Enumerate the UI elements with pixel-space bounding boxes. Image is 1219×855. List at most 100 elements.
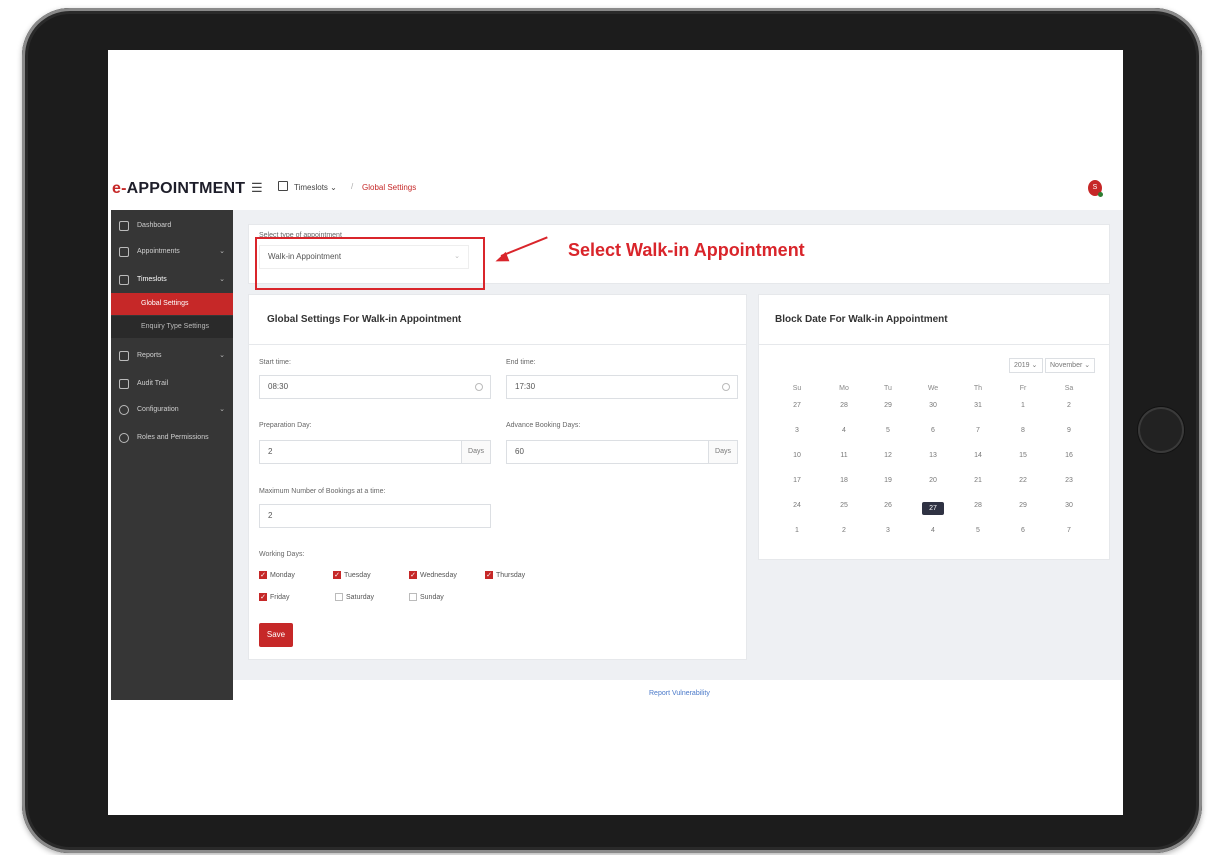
top-bar: e-APPOINTMENT ☰ Timeslots ⌄ / Global Set…	[108, 175, 1123, 205]
calendar-day[interactable]: 16	[1058, 452, 1080, 459]
checkbox-wednesday[interactable]: ✓ Wednesday	[409, 571, 457, 580]
day-label: Sunday	[420, 594, 444, 601]
breadcrumb-timeslots[interactable]: Timeslots ⌄	[294, 183, 337, 192]
calendar-day[interactable]: 29	[1012, 502, 1034, 509]
month-select[interactable]: November ⌄	[1045, 358, 1095, 373]
calendar-day[interactable]: 4	[922, 527, 944, 534]
checkbox-tuesday[interactable]: ✓ Tuesday	[333, 571, 371, 580]
checkbox-thursday[interactable]: ✓ Thursday	[485, 571, 525, 580]
start-time-input[interactable]: 08:30	[259, 375, 491, 399]
calendar-day[interactable]: 2	[1058, 402, 1080, 409]
calendar-day[interactable]: 2	[833, 527, 855, 534]
checkbox-checked-icon: ✓	[259, 593, 267, 601]
checkbox-checked-icon: ✓	[259, 571, 267, 579]
calendar-day[interactable]: 25	[833, 502, 855, 509]
calendar-day[interactable]: 10	[786, 452, 808, 459]
weekday-header: Th	[973, 385, 983, 392]
calendar-day[interactable]: 30	[1058, 502, 1080, 509]
calendar-day[interactable]: 8	[1012, 427, 1034, 434]
sidebar-item-audit-trail[interactable]: Audit Trail	[111, 372, 233, 396]
save-button[interactable]: Save	[259, 623, 293, 647]
calendar-day[interactable]: 30	[922, 402, 944, 409]
checkbox-unchecked-icon	[409, 593, 417, 601]
calendar-day[interactable]: 26	[877, 502, 899, 509]
calendar-day[interactable]: 28	[967, 502, 989, 509]
calendar-day[interactable]: 17	[786, 477, 808, 484]
calendar-day[interactable]: 1	[786, 527, 808, 534]
calendar-day[interactable]: 3	[786, 427, 808, 434]
calendar-day[interactable]: 27	[786, 402, 808, 409]
sidebar-item-label: Configuration	[137, 406, 179, 413]
day-label: Friday	[270, 594, 290, 601]
calendar-day[interactable]: 22	[1012, 477, 1034, 484]
calendar-day[interactable]: 13	[922, 452, 944, 459]
calendar-day[interactable]: 4	[833, 427, 855, 434]
calendar-day[interactable]: 1	[1012, 402, 1034, 409]
start-time-value: 08:30	[268, 382, 289, 391]
sidebar-item-reports[interactable]: Reports ⌄	[111, 344, 233, 368]
weekday-header: We	[927, 385, 939, 392]
calendar-icon	[119, 275, 129, 285]
calendar-day[interactable]: 7	[967, 427, 989, 434]
calendar-day[interactable]: 20	[922, 477, 944, 484]
chevron-down-icon: ⌄	[219, 276, 225, 283]
calendar-day[interactable]: 6	[1012, 527, 1034, 534]
calendar-day[interactable]: 5	[967, 527, 989, 534]
sidebar: Dashboard Appointments ⌄ Timeslots ⌄ Glo…	[111, 210, 233, 700]
end-time-value: 17:30	[515, 382, 536, 391]
calendar-day[interactable]: 7	[1058, 527, 1080, 534]
sidebar-item-dashboard[interactable]: Dashboard	[111, 214, 233, 238]
checkbox-sunday[interactable]: Sunday	[409, 593, 444, 602]
preparation-day-suffix: Days	[461, 441, 490, 463]
calendar-day[interactable]: 15	[1012, 452, 1034, 459]
app-logo[interactable]: e-APPOINTMENT	[112, 180, 245, 198]
sidebar-item-label: Appointments	[137, 248, 180, 255]
block-date-card: Block Date For Walk-in Appointment 2019 …	[758, 294, 1110, 560]
calendar-day[interactable]: 12	[877, 452, 899, 459]
calendar-day[interactable]: 3	[877, 527, 899, 534]
breadcrumb-separator: /	[351, 182, 354, 191]
calendar-day[interactable]: 27	[922, 502, 944, 515]
calendar-day[interactable]: 21	[967, 477, 989, 484]
menu-toggle-icon[interactable]: ☰	[251, 181, 264, 195]
calendar-day[interactable]: 31	[967, 402, 989, 409]
tablet-home-button	[1138, 407, 1184, 453]
year-select[interactable]: 2019 ⌄	[1009, 358, 1043, 373]
day-label: Saturday	[346, 594, 375, 601]
calendar-day[interactable]: 18	[833, 477, 855, 484]
sidebar-item-roles[interactable]: Roles and Permissions	[111, 426, 233, 450]
sidebar-item-appointments[interactable]: Appointments ⌄	[111, 240, 233, 264]
calendar-day[interactable]: 29	[877, 402, 899, 409]
max-bookings-input[interactable]: 2	[259, 504, 491, 528]
checkbox-friday[interactable]: ✓ Friday	[259, 593, 289, 602]
calendar-day[interactable]: 5	[877, 427, 899, 434]
calendar-day[interactable]: 11	[833, 452, 855, 459]
calendar-day[interactable]: 14	[967, 452, 989, 459]
clock-icon	[475, 383, 483, 391]
sidebar-item-timeslots[interactable]: Timeslots ⌄	[111, 268, 233, 292]
calendar-day[interactable]: 9	[1058, 427, 1080, 434]
calendar-day[interactable]: 28	[833, 402, 855, 409]
logo-prefix: e-	[112, 180, 127, 197]
advance-booking-input[interactable]: 60 Days	[506, 440, 738, 464]
calendar-day[interactable]: 6	[922, 427, 944, 434]
calendar-day[interactable]: 24	[786, 502, 808, 509]
calendar-day[interactable]: 19	[877, 477, 899, 484]
preparation-day-input[interactable]: 2 Days	[259, 440, 491, 464]
sidebar-item-configuration[interactable]: Configuration ⌄	[111, 398, 233, 422]
checkbox-monday[interactable]: ✓ Monday	[259, 571, 295, 580]
breadcrumb-current: Global Settings	[362, 183, 417, 192]
max-bookings-label: Maximum Number of Bookings at a time:	[259, 488, 386, 495]
sidebar-item-enquiry-type-settings[interactable]: Enquiry Type Settings	[111, 316, 233, 338]
checkbox-saturday[interactable]: Saturday	[335, 593, 374, 602]
end-time-input[interactable]: 17:30	[506, 375, 738, 399]
card-divider	[759, 344, 1109, 345]
card-divider	[249, 344, 746, 345]
online-status-dot	[1098, 192, 1103, 197]
gear-icon	[119, 405, 129, 415]
calendar-day[interactable]: 23	[1058, 477, 1080, 484]
calendar-icon	[278, 181, 288, 191]
sidebar-item-global-settings[interactable]: Global Settings	[111, 293, 233, 315]
report-vulnerability-link[interactable]: Report Vulnerability	[649, 690, 710, 697]
global-settings-title: Global Settings For Walk-in Appointment	[267, 314, 462, 325]
